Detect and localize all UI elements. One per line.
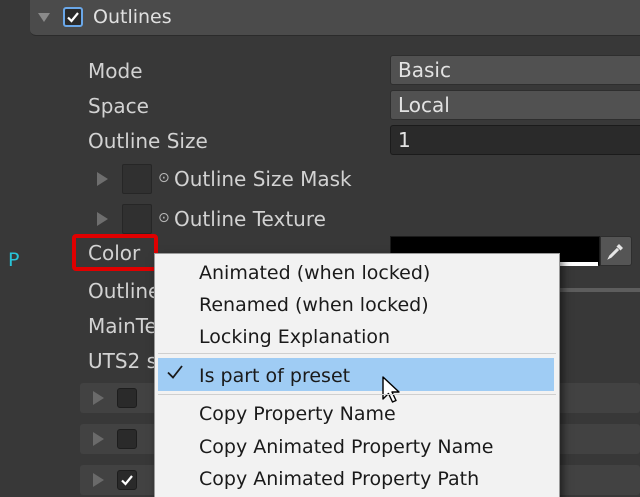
space-dropdown[interactable]: Local: [390, 90, 640, 120]
annotation-highlight-box: [72, 234, 158, 271]
sub-section-3-checkbox[interactable]: [117, 470, 137, 490]
expand-arrow-icon[interactable]: [93, 432, 104, 446]
context-menu: Animated (when locked) Renamed (when loc…: [154, 253, 560, 497]
section-title: Outlines: [93, 6, 172, 28]
menu-item-renamed[interactable]: Renamed (when locked): [199, 294, 429, 316]
expand-arrow-icon[interactable]: [97, 172, 108, 186]
outline-texture-label: Outline Texture: [174, 207, 326, 231]
expand-arrow-icon[interactable]: [97, 212, 108, 226]
eyedropper-button[interactable]: [600, 236, 632, 266]
mouse-pointer-icon: [382, 376, 400, 403]
outline-slider-track[interactable]: [556, 288, 640, 292]
checkmark-icon: [121, 475, 133, 486]
mode-dropdown[interactable]: Basic: [390, 55, 640, 85]
checkmark-icon: [167, 365, 183, 379]
texture-slot[interactable]: [122, 204, 152, 234]
outline-size-mask-label: Outline Size Mask: [174, 167, 352, 191]
info-dot-icon: ⊙: [158, 210, 170, 226]
menu-item-copy-animated-property-path[interactable]: Copy Animated Property Path: [199, 468, 479, 490]
maintex-row-label: MainTe: [88, 314, 157, 338]
texture-slot[interactable]: [122, 164, 152, 194]
menu-separator: [158, 353, 556, 354]
menu-item-animated[interactable]: Animated (when locked): [199, 262, 430, 284]
menu-item-copy-property-name[interactable]: Copy Property Name: [199, 403, 396, 425]
preset-marker: P: [8, 249, 20, 271]
checkmark-icon: [67, 12, 79, 23]
sub-section-2-checkbox[interactable]: [117, 429, 137, 449]
menu-item-copy-animated-property-name[interactable]: Copy Animated Property Name: [199, 436, 493, 458]
expand-arrow-icon[interactable]: [93, 391, 104, 405]
info-dot-icon: ⊙: [158, 170, 170, 186]
expand-arrow-icon[interactable]: [93, 473, 104, 487]
foldout-arrow-icon[interactable]: [38, 13, 50, 22]
space-label: Space: [88, 94, 149, 118]
eyedropper-icon: [607, 244, 623, 260]
outlines-enable-checkbox[interactable]: [63, 7, 83, 27]
uts2-row-label: UTS2 s: [88, 349, 158, 373]
outline-size-input[interactable]: 1: [390, 125, 640, 155]
outline-size-label: Outline Size: [88, 129, 208, 153]
menu-item-locking-explanation[interactable]: Locking Explanation: [199, 326, 390, 348]
sub-section-1-checkbox[interactable]: [117, 388, 137, 408]
menu-item-is-part-of-preset[interactable]: Is part of preset: [199, 365, 350, 387]
outline-row-label: Outline: [88, 279, 161, 303]
menu-separator: [158, 394, 556, 395]
mode-label: Mode: [88, 59, 143, 83]
